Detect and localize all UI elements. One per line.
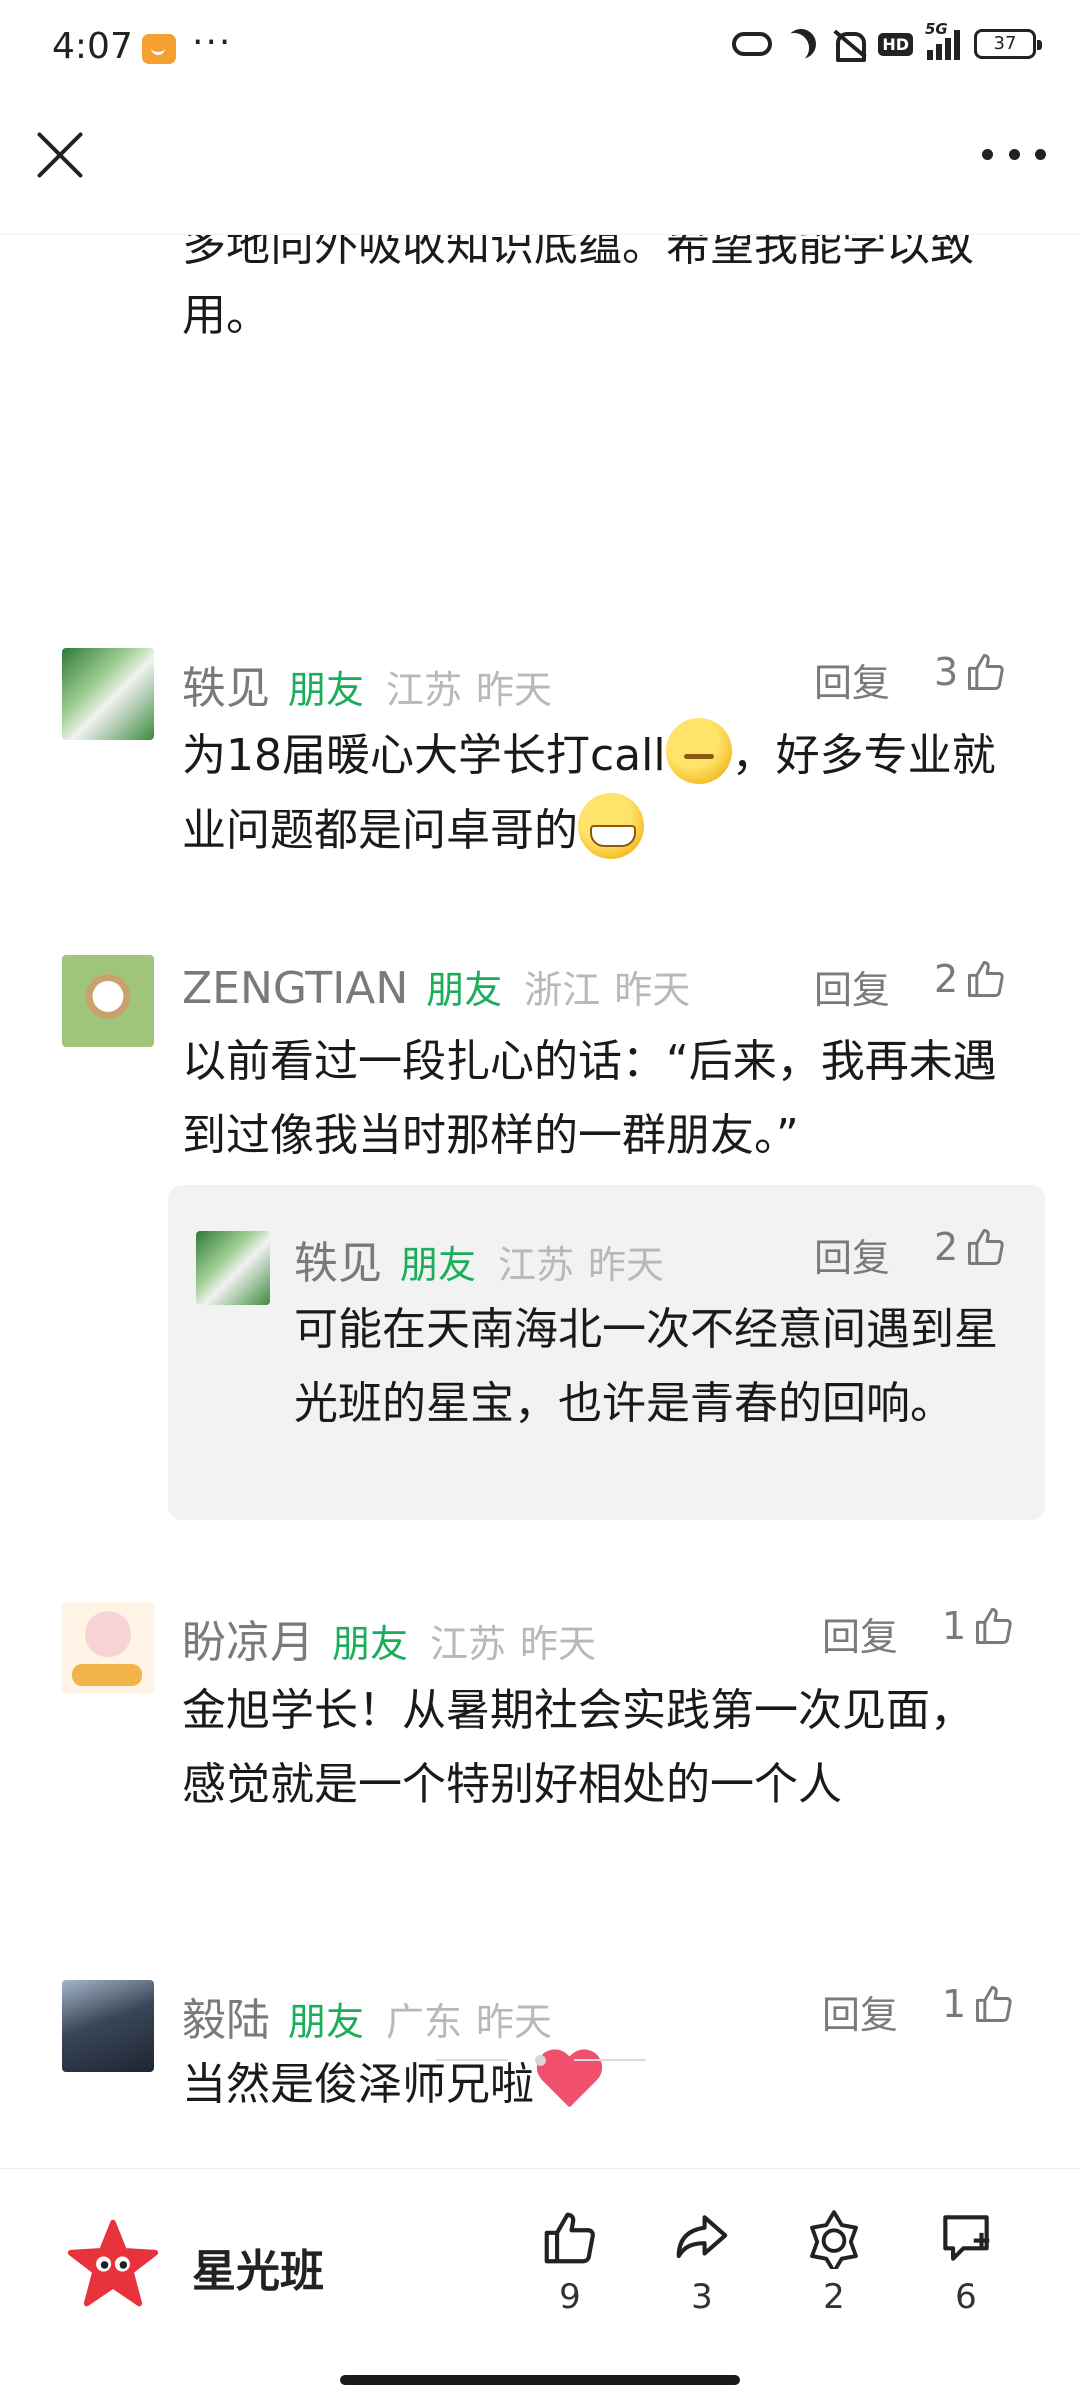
home-indicator[interactable] xyxy=(340,2375,740,2385)
page-indicator xyxy=(436,2054,646,2066)
like-count: 3 xyxy=(934,650,959,694)
comment-meta: ZENGTIAN 朋友 浙江 昨天 xyxy=(182,959,690,1014)
reply-thread: 轶见 朋友 江苏 昨天 回复 2 可能在天南海北一次不经意间遇到星光班的星宝，也… xyxy=(168,1185,1045,1520)
friend-badge: 朋友 xyxy=(426,968,503,1012)
friend-badge: 朋友 xyxy=(400,1243,477,1287)
thumbs-up-icon xyxy=(976,1608,1012,1644)
reply-button[interactable]: 回复 xyxy=(822,1984,898,2039)
comment-text: 金旭学长！从暑期社会实践第一次见面，感觉就是一个特别好相处的一个人 xyxy=(182,1685,974,1810)
location: 广东 xyxy=(386,2000,463,2044)
like-button[interactable]: 1 xyxy=(942,1604,1016,1648)
avatar[interactable] xyxy=(62,1602,154,1694)
avatar[interactable] xyxy=(196,1231,270,1305)
signal-icon: 5G xyxy=(925,20,960,60)
like-action-button[interactable]: 9 xyxy=(520,2207,620,2317)
comment-meta: 轶见 朋友 江苏 昨天 xyxy=(294,1227,664,1291)
moon-icon xyxy=(781,24,822,65)
share-arrow-icon xyxy=(676,2215,728,2259)
thumbs-up-icon xyxy=(976,1986,1012,2022)
reply-button[interactable]: 回复 xyxy=(814,959,890,1014)
grin-emoji-icon xyxy=(578,793,644,859)
avatar[interactable] xyxy=(62,648,154,740)
share-action-button[interactable]: 3 xyxy=(652,2207,752,2317)
comment-text: 以前看过一段扎心的话：“后来，我再未遇到过像我当时那样的一群朋友。” xyxy=(182,1036,997,1161)
location: 江苏 xyxy=(498,1243,575,1287)
status-icons: HD 5G 37 xyxy=(732,20,1042,62)
location: 浙江 xyxy=(524,968,601,1012)
reply-text: 可能在天南海北一次不经意间遇到星光班的星宝，也许是青春的回响。 xyxy=(294,1304,998,1429)
comment-meta: 毅陆 朋友 广东 昨天 xyxy=(182,1984,552,2048)
more-notifications-icon: ··· xyxy=(192,22,233,63)
timestamp: 昨天 xyxy=(520,1622,597,1666)
battery-icon: 37 xyxy=(974,29,1042,59)
username[interactable]: 轶见 xyxy=(182,652,270,716)
avatar[interactable] xyxy=(62,1980,154,2072)
comment-meta: 盼凉月 朋友 江苏 昨天 xyxy=(182,1606,596,1670)
star-flower-icon xyxy=(810,2210,858,2269)
comment-count: 6 xyxy=(955,2277,977,2317)
like-button[interactable]: 2 xyxy=(934,1225,1008,1269)
share-count: 3 xyxy=(691,2277,713,2317)
like-button[interactable]: 3 xyxy=(934,650,1008,694)
like-count: 9 xyxy=(559,2277,581,2317)
close-icon[interactable] xyxy=(36,130,86,180)
account-logo[interactable] xyxy=(66,2217,160,2311)
top-nav-bar xyxy=(0,100,1080,235)
hd-icon: HD xyxy=(878,32,913,56)
location: 江苏 xyxy=(386,668,463,712)
like-button[interactable]: 2 xyxy=(934,957,1008,1001)
app-notification-icon xyxy=(142,34,176,64)
comment-action-button[interactable]: 6 xyxy=(916,2207,1016,2317)
username[interactable]: 轶见 xyxy=(294,1227,382,1291)
friend-badge: 朋友 xyxy=(288,668,365,712)
like-count: 2 xyxy=(934,957,959,1001)
username[interactable]: ZENGTIAN xyxy=(182,963,408,1014)
timestamp: 昨天 xyxy=(476,2000,553,2044)
like-count: 2 xyxy=(934,1225,959,1269)
thinking-emoji-icon xyxy=(665,718,732,784)
bottom-action-bar: 星光班 9 3 2 6 xyxy=(0,2168,1080,2400)
thumbs-up-icon xyxy=(968,1229,1004,1265)
reply-button[interactable]: 回复 xyxy=(814,1227,890,1282)
recommend-action-button[interactable]: 2 xyxy=(784,2207,884,2317)
mute-icon xyxy=(830,28,867,62)
comment-text-part: 为18届暖心大学长打call xyxy=(182,730,666,781)
status-bar: 4:07 ··· HD 5G 37 xyxy=(0,0,1080,100)
timestamp: 昨天 xyxy=(476,668,553,712)
friend-badge: 朋友 xyxy=(288,2000,365,2044)
status-time: 4:07 xyxy=(52,26,133,67)
comment-text: 为18届暖心大学长打call ，好多专业就业问题都是问卓哥的 xyxy=(182,718,1012,868)
username[interactable]: 盼凉月 xyxy=(182,1606,314,1670)
username[interactable]: 毅陆 xyxy=(182,1984,270,2048)
like-count: 1 xyxy=(942,1982,967,2026)
thumbs-up-icon xyxy=(968,654,1004,690)
friend-badge: 朋友 xyxy=(332,1622,409,1666)
account-name[interactable]: 星光班 xyxy=(192,2235,324,2299)
network-label: 5G xyxy=(925,20,948,38)
link-icon xyxy=(732,32,773,56)
location: 江苏 xyxy=(430,1622,507,1666)
thumbs-up-icon xyxy=(544,2212,595,2264)
timestamp: 昨天 xyxy=(588,1243,665,1287)
recommend-count: 2 xyxy=(823,2277,845,2317)
like-count: 1 xyxy=(942,1604,967,1648)
reply-button[interactable]: 回复 xyxy=(814,652,890,707)
timestamp: 昨天 xyxy=(614,968,691,1012)
comment-text-part: 当然是俊泽师兄啦 xyxy=(182,2059,534,2110)
more-options-icon[interactable] xyxy=(982,134,1046,174)
like-button[interactable]: 1 xyxy=(942,1982,1016,2026)
avatar[interactable] xyxy=(62,955,154,1047)
comment-add-icon xyxy=(943,2215,990,2261)
comment-meta: 轶见 朋友 江苏 昨天 xyxy=(182,652,552,716)
thumbs-up-icon xyxy=(968,961,1004,997)
reply-button[interactable]: 回复 xyxy=(822,1606,898,1661)
